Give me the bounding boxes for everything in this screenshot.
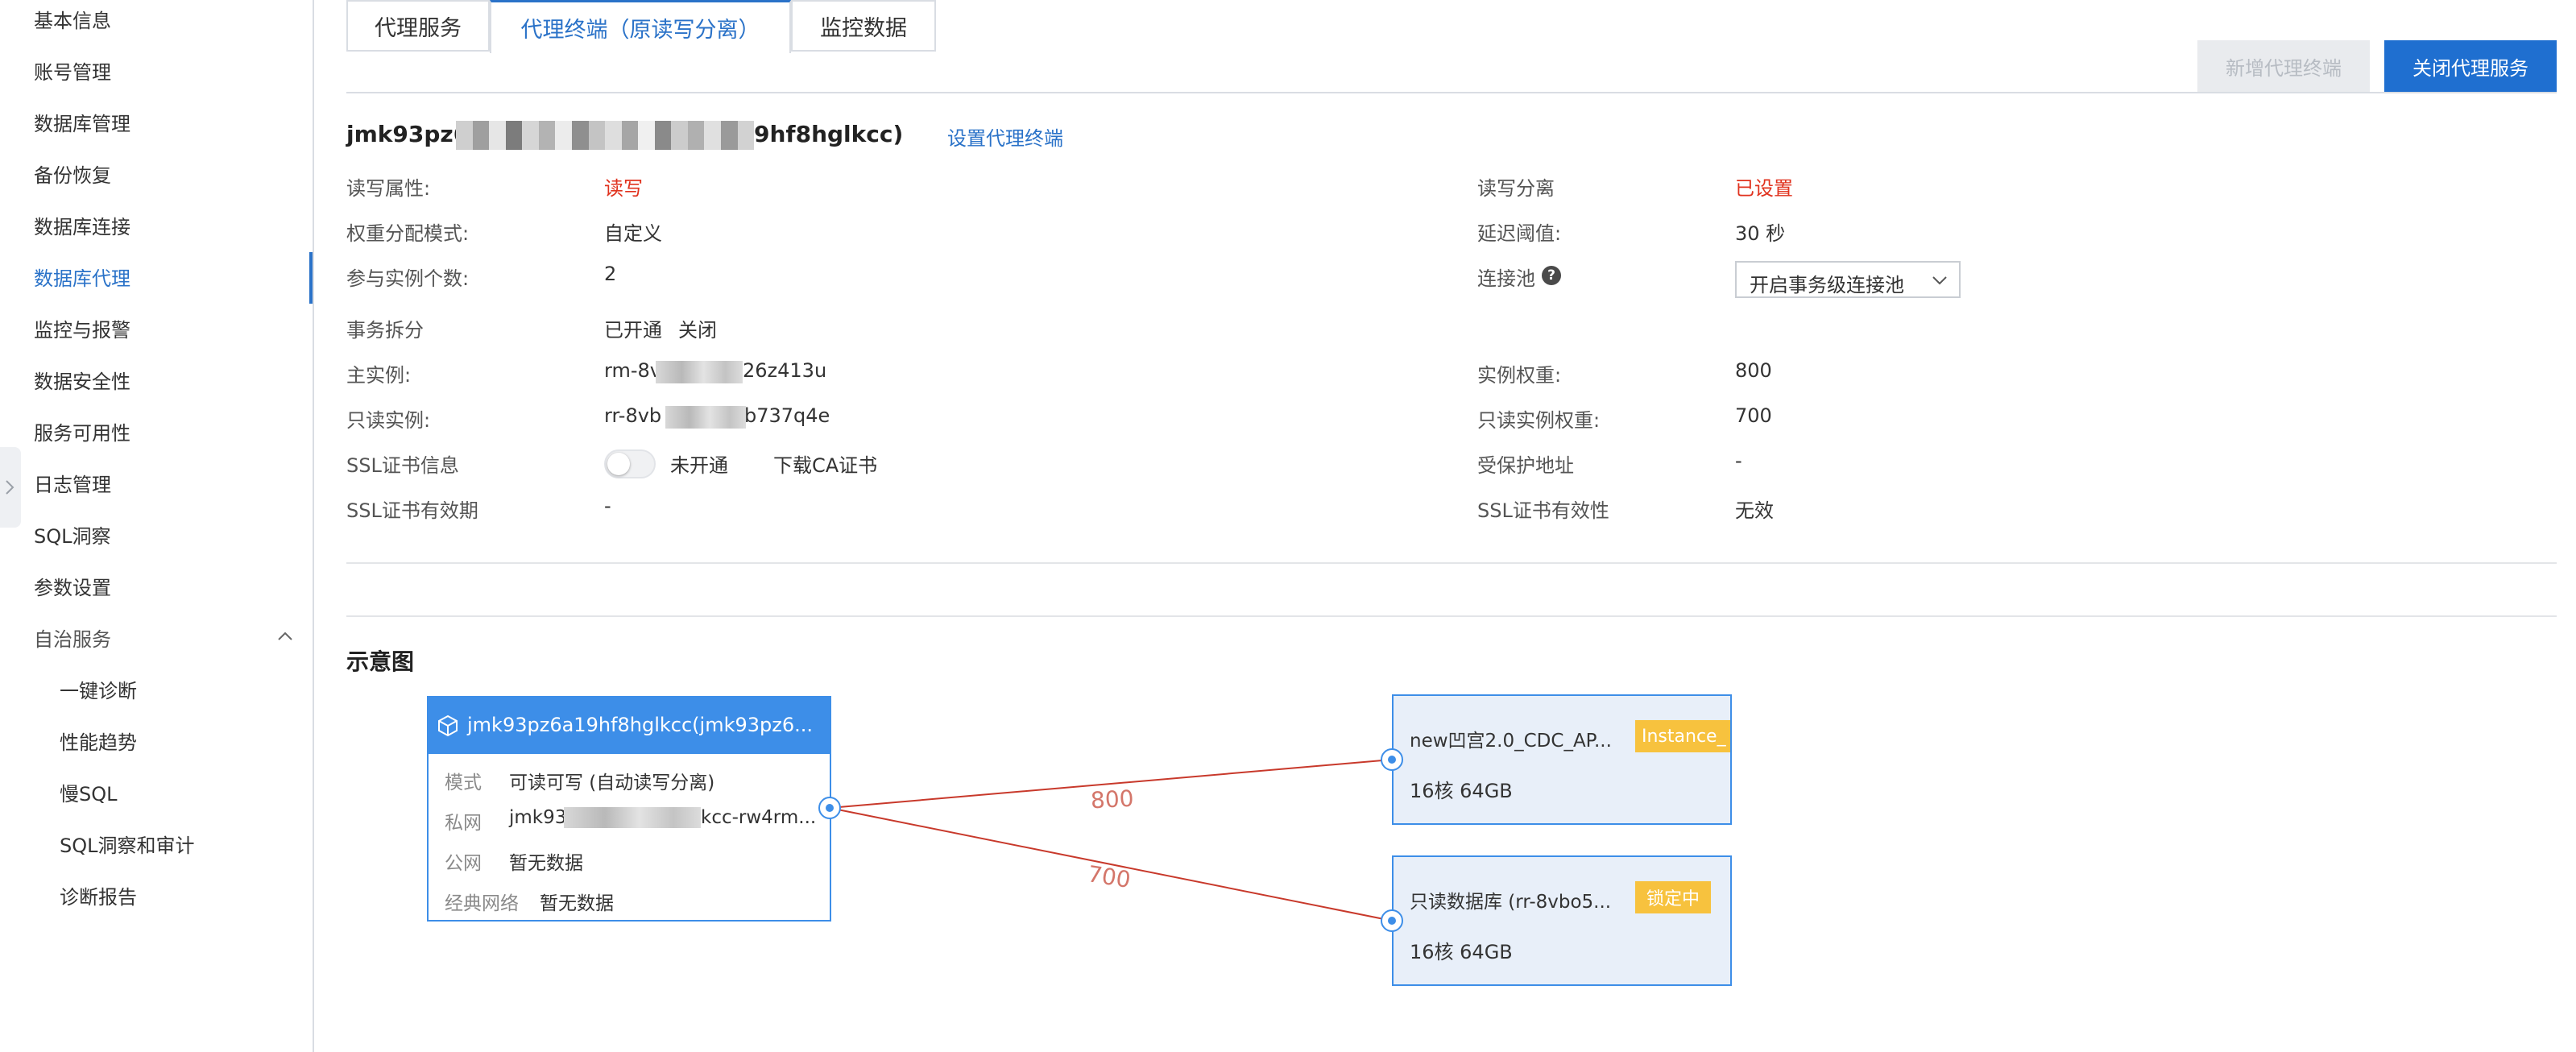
private-address-mosaic — [564, 807, 701, 828]
readonly-db-name: 只读数据库 (rr-8vbo5... — [1410, 892, 1612, 913]
proxy-row-private: 私网 jmk93 kcc-rw4rm... — [445, 807, 816, 835]
proxy-row-value-suffix: kcc-rw4rm... — [701, 807, 817, 828]
proxy-row-value: 可读可写 (自动读写分离) — [509, 772, 715, 793]
weight-label-readonly: 700 — [1086, 860, 1133, 893]
primary-db-spec: 16核 64GB — [1410, 780, 1513, 802]
primary-db-tag: Instance_ — [1635, 720, 1730, 752]
readonly-db-lock-tag: 锁定中 — [1635, 881, 1712, 913]
proxy-row-key: 私网 — [445, 813, 482, 834]
proxy-row-value: 暂无数据 — [540, 893, 614, 914]
readonly-db-spec: 16核 64GB — [1410, 941, 1513, 963]
proxy-row-key: 模式 — [445, 772, 482, 793]
proxy-row-key: 公网 — [445, 853, 482, 874]
proxy-row-classic: 经典网络 暂无数据 — [445, 888, 614, 915]
proxy-row-key: 经典网络 — [445, 893, 519, 914]
proxy-row-value: 暂无数据 — [509, 853, 583, 874]
diagram-connections: 800 700 — [829, 759, 1393, 922]
proxy-node-title: jmk93pz6a19hf8hglkcc(jmk93pz6... — [467, 714, 813, 736]
proxy-row-mode: 模式 可读可写 (自动读写分离) — [445, 767, 714, 794]
weight-label-primary: 800 — [1090, 785, 1134, 814]
proxy-node-header: jmk93pz6a19hf8hglkcc(jmk93pz6... — [429, 698, 830, 754]
proxy-node[interactable]: jmk93pz6a19hf8hglkcc(jmk93pz6... 模式 可读可写… — [427, 696, 831, 922]
cube-icon — [438, 714, 458, 737]
primary-db-name: new凹宫2.0_CDC_AP... — [1410, 731, 1612, 752]
readonly-db-node[interactable]: 只读数据库 (rr-8vbo5... 锁定中 16核 64GB — [1392, 855, 1732, 986]
primary-db-node[interactable]: new凹宫2.0_CDC_AP... Instance_ 16核 64GB — [1392, 694, 1732, 825]
proxy-row-value-prefix: jmk93 — [509, 807, 567, 828]
proxy-row-public: 公网 暂无数据 — [445, 847, 583, 875]
